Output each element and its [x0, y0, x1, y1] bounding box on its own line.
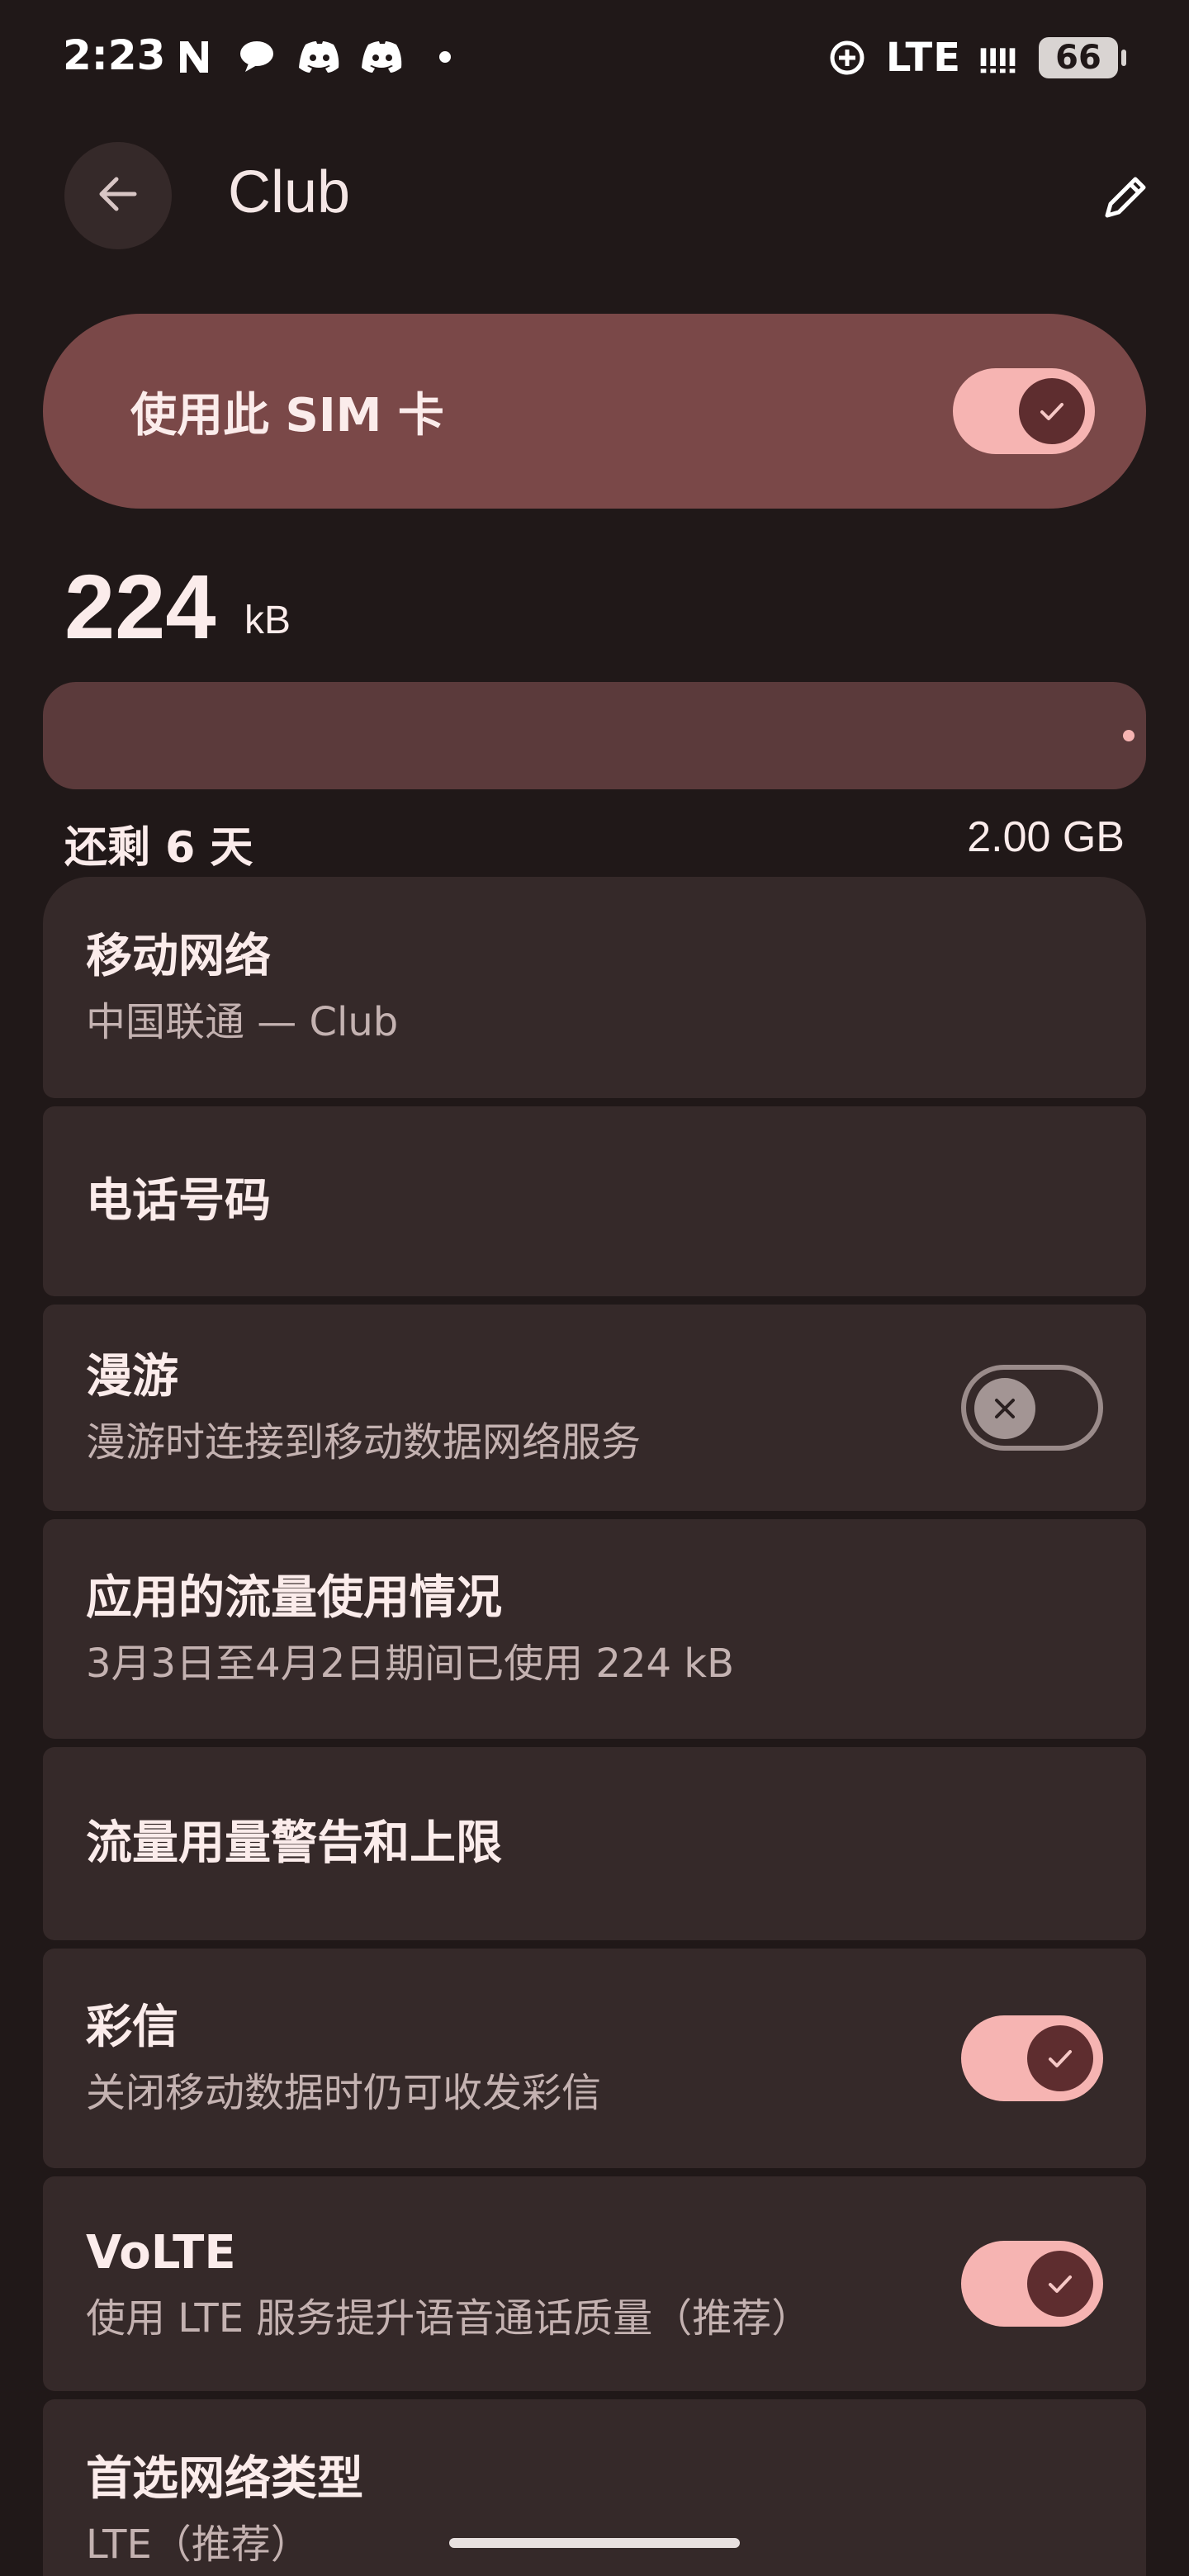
usage-progress-bar — [43, 682, 1146, 789]
usage-unit: kB — [244, 599, 291, 642]
phone-number-row[interactable]: 电话号码 — [43, 1106, 1146, 1296]
row-subtitle: 关闭移动数据时仍可收发彩信 — [86, 2070, 602, 2116]
check-icon — [1027, 2251, 1093, 2317]
roaming-switch[interactable] — [961, 1365, 1103, 1451]
row-title: VoLTE — [86, 2226, 236, 2280]
row-subtitle: 中国联通 — Club — [86, 999, 399, 1045]
app-data-usage-row[interactable]: 应用的流量使用情况 3月3日至4月2日期间已使用 224 kB — [43, 1519, 1146, 1739]
use-sim-label: 使用此 SIM 卡 — [130, 388, 444, 443]
row-title: 应用的流量使用情况 — [86, 1571, 502, 1625]
pencil-icon — [1099, 171, 1152, 227]
data-saver-icon — [827, 37, 868, 78]
data-warning-limit-row[interactable]: 流量用量警告和上限 — [43, 1747, 1146, 1940]
mobile-network-row[interactable]: 移动网络 中国联通 — Club — [43, 877, 1146, 1098]
network-type-label: LTE — [885, 35, 961, 81]
row-subtitle: 漫游时连接到移动数据网络服务 — [86, 1419, 642, 1466]
use-sim-toggle-row[interactable]: 使用此 SIM 卡 — [43, 314, 1146, 509]
mms-row[interactable]: 彩信 关闭移动数据时仍可收发彩信 — [43, 1949, 1146, 2168]
row-subtitle: 使用 LTE 服务提升语音通话质量（推荐） — [86, 2295, 812, 2342]
days-left-label: 还剩 6 天 — [64, 823, 253, 873]
row-title: 首选网络类型 — [86, 2452, 363, 2506]
notification-icons — [173, 36, 466, 78]
roaming-row[interactable]: 漫游 漫游时连接到移动数据网络服务 — [43, 1305, 1146, 1511]
close-icon — [974, 1378, 1035, 1439]
row-title: 流量用量警告和上限 — [86, 1816, 502, 1870]
volte-row[interactable]: VoLTE 使用 LTE 服务提升语音通话质量（推荐） — [43, 2176, 1146, 2391]
signal-strength-icon — [979, 37, 1021, 78]
page-title: Club — [228, 159, 351, 225]
check-icon — [1027, 2025, 1093, 2091]
usage-progress-fill — [1123, 730, 1135, 741]
dot-icon — [424, 36, 466, 78]
status-time: 2:23 — [63, 31, 166, 79]
edit-button[interactable] — [1088, 162, 1163, 236]
data-limit-label: 2.00 GB — [967, 813, 1125, 861]
row-title: 彩信 — [86, 2001, 178, 2054]
volte-switch[interactable] — [961, 2241, 1103, 2327]
row-title: 移动网络 — [86, 930, 271, 983]
preferred-network-type-row[interactable]: 首选网络类型 LTE（推荐） — [43, 2399, 1146, 2576]
row-title: 漫游 — [86, 1350, 178, 1404]
gesture-nav-handle[interactable] — [449, 2538, 740, 2548]
chat-bubble-icon — [236, 36, 277, 78]
discord-icon — [299, 36, 340, 78]
row-subtitle: 3月3日至4月2日期间已使用 224 kB — [86, 1641, 735, 1687]
back-button[interactable] — [64, 142, 172, 249]
use-sim-switch[interactable] — [953, 368, 1095, 454]
row-title: 电话号码 — [86, 1174, 271, 1228]
status-bar: 2:23 LTE 66 — [0, 0, 1189, 124]
check-icon — [1019, 378, 1085, 444]
arrow-left-icon — [95, 171, 141, 220]
usage-value: 224 — [64, 556, 216, 658]
discord-icon — [362, 36, 403, 78]
n-app-icon — [173, 36, 215, 78]
battery-icon: 66 — [1039, 37, 1126, 78]
system-icons: LTE 66 — [827, 35, 1126, 81]
mms-switch[interactable] — [961, 2015, 1103, 2101]
